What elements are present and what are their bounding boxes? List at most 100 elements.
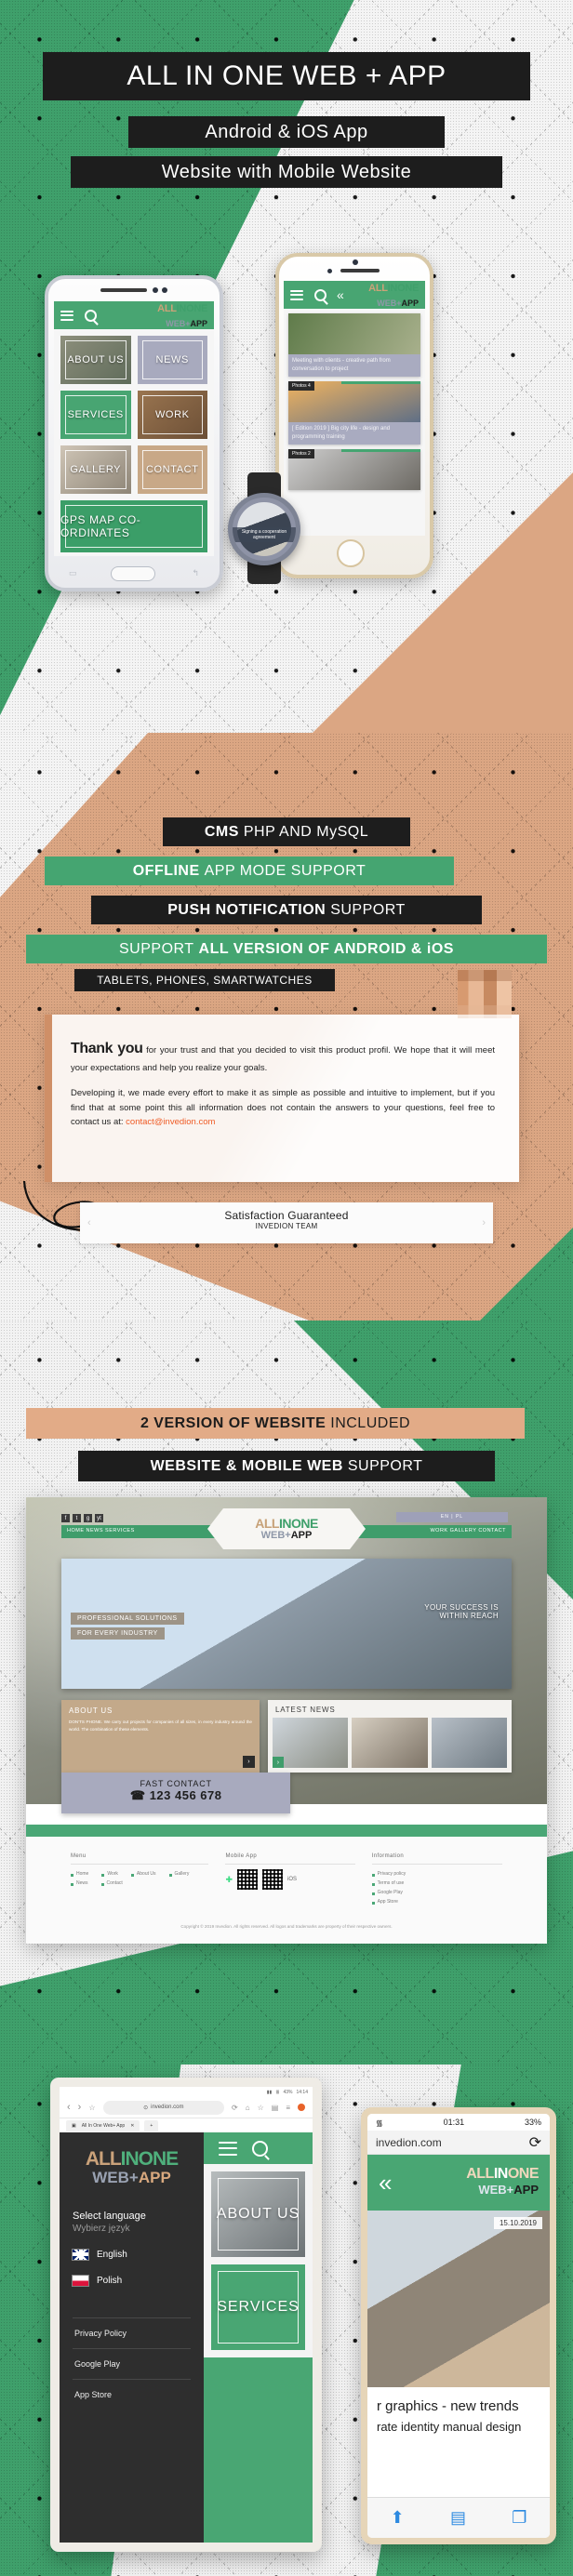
search-icon[interactable] — [85, 309, 97, 322]
news-image — [288, 313, 420, 354]
tile-work[interactable]: WORK — [137, 391, 207, 439]
home-icon[interactable]: ⌂ — [246, 2104, 250, 2112]
google-plus-icon[interactable]: g — [84, 1514, 92, 1522]
link-app-store[interactable]: App Store — [73, 2378, 192, 2410]
social-icons: f t g yt — [61, 1514, 103, 1522]
footer-menu-list: Home Work About Us Gallery News Contact — [71, 1869, 208, 1888]
language-option-polish[interactable]: Polish — [73, 2275, 191, 2286]
reload-icon[interactable]: ⟳ — [232, 2104, 238, 2112]
iphone-url-bar[interactable]: invedion.com ⟳ — [367, 2131, 550, 2155]
qr-code-ios[interactable] — [262, 1869, 284, 1890]
twitter-icon[interactable]: t — [73, 1514, 81, 1522]
tile-about-us[interactable]: ABOUT US — [60, 336, 131, 384]
youtube-icon[interactable]: yt — [95, 1514, 103, 1522]
tile-services[interactable]: SERVICES — [60, 391, 131, 439]
banner-right-text: YOUR SUCCESS IS WITHIN REACH — [424, 1603, 499, 1620]
list-item[interactable]: Work — [101, 1869, 118, 1879]
app-tile-grid: ABOUT US NEWS SERVICES WORK GALLERY CONT… — [54, 329, 214, 556]
news-thumbnail[interactable] — [431, 1718, 507, 1768]
chevron-left-icon[interactable]: « — [337, 288, 344, 301]
logo-web: WEB+ — [478, 2183, 514, 2197]
chevron-left-icon[interactable]: « — [379, 2171, 392, 2195]
search-icon[interactable] — [252, 2140, 269, 2157]
url-input[interactable]: ⊙ invedion.com — [102, 2100, 225, 2115]
logo-app: APP — [290, 1530, 313, 1541]
forward-icon[interactable]: › — [78, 2102, 82, 2113]
smartwatch-mockup: Signing a cooperation agreement — [227, 472, 301, 584]
book-icon[interactable]: ▤ — [450, 2508, 466, 2528]
news-card[interactable]: Meeting with clients - creative path fro… — [288, 313, 420, 377]
hamburger-icon[interactable] — [219, 2141, 238, 2156]
news-thumbnail[interactable]: › — [272, 1718, 349, 1768]
home-button[interactable] — [111, 566, 155, 581]
back-icon[interactable]: ‹ — [67, 2102, 71, 2113]
list-item[interactable]: App Store — [371, 1897, 502, 1906]
carousel-prev-icon[interactable]: ‹ — [87, 1217, 91, 1228]
news-card[interactable]: Photos 2 — [288, 449, 420, 490]
share-icon[interactable]: ⬆ — [391, 2508, 405, 2528]
list-item[interactable]: News — [71, 1879, 88, 1888]
facebook-icon[interactable]: f — [61, 1514, 70, 1522]
link-privacy-policy[interactable]: Privacy Policy — [73, 2317, 192, 2348]
news-card[interactable]: Photos 4 [ Edition 2019 ] Big city life … — [288, 381, 420, 445]
list-item[interactable]: Google Play — [371, 1888, 502, 1897]
menu-icon[interactable]: ≡ — [286, 2104, 290, 2112]
tile-news[interactable]: NEWS — [137, 336, 207, 384]
news-thumbnail[interactable] — [352, 1718, 428, 1768]
tablet-app-bar — [204, 2132, 313, 2164]
list-item[interactable]: Privacy policy — [371, 1869, 502, 1879]
list-item[interactable]: Contact — [100, 1879, 123, 1888]
contact-email-link[interactable]: contact@invedion.com — [126, 1117, 215, 1127]
logo-all: ALL — [85, 2148, 122, 2170]
iphone-safari-toolbar: ⬆ ▤ ❐ — [367, 2497, 550, 2538]
ios-label: iOS — [287, 1877, 298, 1882]
new-tab-button[interactable]: + — [144, 2119, 159, 2131]
link-google-play[interactable]: Google Play — [73, 2347, 192, 2379]
tile-contact[interactable]: CONTACT — [137, 445, 207, 494]
site-logo[interactable]: ALLINONE WEB+APP — [207, 1508, 366, 1549]
list-item[interactable]: Gallery — [168, 1869, 189, 1879]
banner-label-1: PROFESSIONAL SOLUTIONS — [71, 1613, 184, 1625]
favorite-icon[interactable]: ☆ — [258, 2104, 264, 2112]
watch-face[interactable]: Signing a cooperation agreement — [228, 493, 300, 565]
back-key-icon[interactable]: ↰ — [192, 568, 199, 578]
tab-title: All In One Web+ App — [81, 2122, 126, 2129]
android-screen: ALLINONE WEB+APP ABOUT US NEWS SERVICES … — [54, 301, 214, 556]
wifi-icon: ᯾ — [275, 2089, 280, 2095]
list-item[interactable]: Terms of use — [371, 1879, 502, 1888]
recents-key-icon[interactable]: ▭ — [69, 568, 77, 578]
carousel-next-icon[interactable]: › — [482, 1217, 486, 1228]
qr-code-android[interactable] — [237, 1869, 259, 1890]
downloads-icon[interactable]: ▤ — [272, 2104, 279, 2112]
logo-one: ONE — [507, 2166, 540, 2183]
tile-gallery[interactable]: GALLERY — [60, 445, 131, 494]
footer-info-list: Privacy policy Terms of use Google Play … — [371, 1869, 502, 1906]
language-option-english[interactable]: English — [73, 2249, 191, 2260]
logo-all: ALL — [255, 1516, 279, 1531]
list-item[interactable]: About Us — [130, 1869, 156, 1879]
reload-icon[interactable]: ⟳ — [529, 2133, 541, 2152]
tablet-tab-strip: ▣ All In One Web+ App ✕ + — [60, 2118, 313, 2132]
list-item[interactable]: Home — [71, 1869, 88, 1879]
search-icon[interactable] — [314, 288, 326, 301]
news-more-icon[interactable]: › — [272, 1757, 284, 1768]
menu-items-right[interactable]: WORK GALLERY CONTACT — [430, 1528, 506, 1534]
menu-items-left[interactable]: HOME NEWS SERVICES — [67, 1528, 135, 1534]
hamburger-icon[interactable] — [60, 310, 73, 321]
tile-about-us[interactable]: ABOUT US — [211, 2171, 305, 2257]
close-icon[interactable]: ✕ — [130, 2123, 134, 2129]
ios-home-button[interactable] — [337, 539, 365, 567]
about-us-more-icon[interactable]: › — [242, 1756, 255, 1768]
tabs-icon[interactable]: ❐ — [512, 2508, 526, 2528]
select-language-en: Select language — [73, 2210, 146, 2222]
footer-menu-title: Menu — [71, 1853, 87, 1859]
browser-tab[interactable]: ▣ All In One Web+ App ✕ — [66, 2119, 140, 2131]
tile-gps-map[interactable]: GPS MAP CO-ORDINATES — [60, 500, 207, 552]
language-label: English — [97, 2249, 127, 2260]
logo-one: ONE — [397, 283, 419, 294]
hamburger-icon[interactable] — [290, 289, 303, 300]
tile-services[interactable]: SERVICES — [211, 2264, 305, 2350]
language-switcher[interactable]: EN | PL — [396, 1512, 508, 1522]
news-thumbnails: › — [268, 1718, 512, 1773]
bookmark-star-icon[interactable]: ☆ — [88, 2104, 95, 2112]
